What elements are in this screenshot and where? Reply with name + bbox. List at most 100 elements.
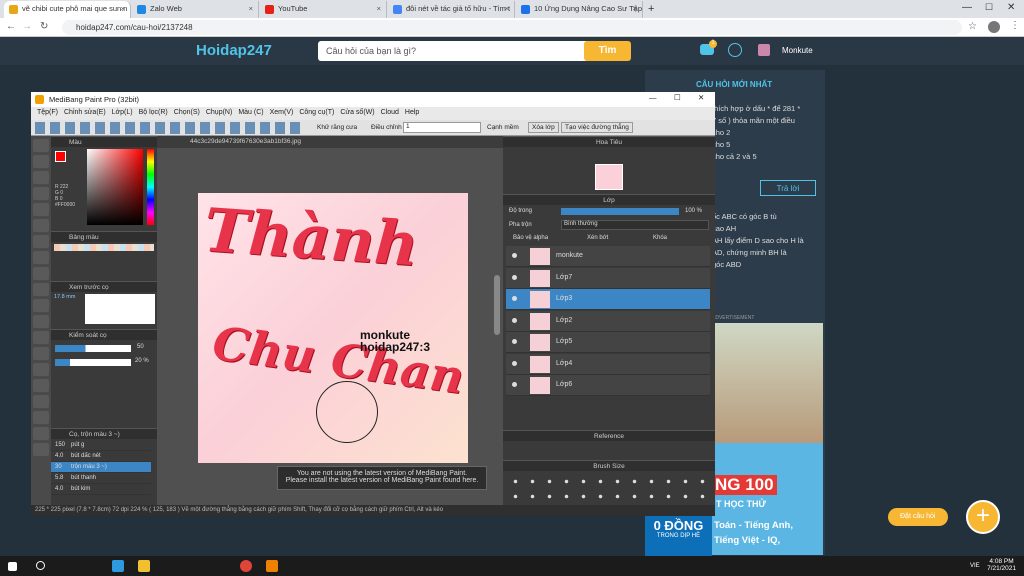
menu-item[interactable]: Màu (C) bbox=[238, 109, 263, 116]
layer-visibility-icon[interactable] bbox=[512, 339, 517, 344]
menu-item[interactable]: Lớp(L) bbox=[112, 109, 133, 116]
medibang-icon[interactable] bbox=[266, 560, 278, 572]
smudge-tool-icon[interactable] bbox=[33, 427, 49, 440]
menu-item[interactable]: Công cụ(T) bbox=[299, 109, 334, 116]
browser-tab[interactable]: Zalo Web × bbox=[132, 1, 259, 18]
url-field[interactable]: hoidap247.com/cau-hoi/2137248 bbox=[62, 20, 962, 35]
browser-tab[interactable]: vẽ chibi cute phô mai que sun.n × bbox=[4, 1, 131, 18]
layer-visibility-icon[interactable] bbox=[512, 274, 517, 280]
chrome-icon[interactable] bbox=[240, 560, 252, 572]
pen-tool-icon[interactable] bbox=[33, 139, 49, 152]
hand-tool-icon[interactable] bbox=[33, 315, 49, 328]
fill-tool-icon[interactable] bbox=[33, 219, 49, 232]
search-input[interactable]: Câu hỏi của bạn là gì? bbox=[318, 41, 628, 61]
palette-swatches[interactable] bbox=[54, 244, 154, 251]
brush-list-item[interactable]: 30 trộn màu 3 ~) bbox=[51, 462, 151, 473]
layer-row[interactable]: monkute bbox=[506, 246, 710, 267]
protect-alpha-checkbox[interactable]: Bảo vệ alpha bbox=[513, 235, 548, 241]
zoom-tool-icon[interactable] bbox=[33, 331, 49, 344]
bell-icon[interactable] bbox=[728, 43, 742, 57]
menu-item[interactable]: Chỉnh sửa(E) bbox=[64, 109, 106, 116]
brush-list-item[interactable]: 150 pút g bbox=[51, 440, 151, 451]
explorer-icon[interactable] bbox=[138, 560, 150, 572]
minimize-icon[interactable]: — bbox=[962, 2, 972, 13]
snap-tool-icon[interactable] bbox=[33, 379, 49, 392]
opacity-slider[interactable] bbox=[561, 208, 679, 215]
layer-row[interactable]: Lớp2 bbox=[506, 310, 710, 332]
sidebar-question-text-2[interactable]: ốc ABC có góc B tù cao AH AH lấy điểm D sa… bbox=[712, 211, 804, 271]
bookmark-star-icon[interactable]: ☆ bbox=[968, 21, 977, 32]
text-tool-icon[interactable] bbox=[33, 299, 49, 312]
hue-slider[interactable] bbox=[147, 149, 154, 225]
tab-close-icon[interactable]: × bbox=[633, 4, 637, 13]
browser-tab[interactable]: 10 Ứng Dụng Nâng Cao Sư Tập × bbox=[516, 1, 643, 18]
layer-row[interactable]: Lớp7 bbox=[506, 267, 710, 289]
brush-size-slider[interactable] bbox=[55, 345, 131, 352]
ask-question-button[interactable]: Đặt câu hỏi bbox=[888, 508, 948, 526]
menu-item[interactable]: Cloud bbox=[381, 109, 399, 116]
user-name[interactable]: Monkute bbox=[782, 46, 813, 55]
divide-tool-icon[interactable] bbox=[33, 347, 49, 360]
layer-visibility-icon[interactable] bbox=[512, 296, 517, 301]
search-button[interactable]: Tìm bbox=[584, 41, 631, 61]
layer-row[interactable]: Lớp6 bbox=[506, 375, 710, 396]
create-ruler-button[interactable]: Tạo việc đường thẳng bbox=[561, 122, 633, 133]
operation-tool-icon[interactable] bbox=[33, 363, 49, 376]
select-rect-tool-icon[interactable] bbox=[33, 171, 49, 184]
profile-icon[interactable] bbox=[988, 21, 1000, 33]
tab-close-icon[interactable]: × bbox=[505, 4, 509, 13]
antialias-checkbox[interactable]: Khử răng cưa bbox=[317, 124, 357, 131]
layer-visibility-icon[interactable] bbox=[512, 382, 517, 387]
reload-icon[interactable]: ↻ bbox=[40, 21, 48, 32]
layer-visibility-icon[interactable] bbox=[512, 360, 517, 366]
tab-close-icon[interactable]: × bbox=[377, 4, 381, 13]
color-picker-square[interactable] bbox=[87, 149, 143, 225]
layer-row[interactable]: Lớp3 bbox=[506, 289, 710, 310]
move-tool-icon[interactable] bbox=[33, 203, 49, 216]
search-icon[interactable] bbox=[36, 561, 45, 570]
forward-icon[interactable]: → bbox=[22, 21, 32, 32]
blend-select[interactable]: Bình thường bbox=[561, 220, 709, 230]
color-primary-swatch[interactable] bbox=[55, 151, 66, 162]
tab-close-icon[interactable]: × bbox=[249, 4, 253, 13]
maximize-icon[interactable]: ☐ bbox=[985, 2, 993, 13]
brush-list-item[interactable]: 5.8 bút thanh bbox=[51, 473, 151, 484]
lasso-tool-icon[interactable] bbox=[33, 187, 49, 200]
brush-size-dots[interactable] bbox=[507, 474, 711, 504]
mb-minimize-icon[interactable]: — bbox=[649, 93, 657, 102]
clipping-checkbox[interactable]: Xén bớt bbox=[587, 235, 608, 241]
brush-list-item[interactable]: 4.0 bút dấc nét bbox=[51, 451, 151, 462]
gradient-tool-icon[interactable] bbox=[33, 235, 49, 248]
plus-icon[interactable]: + bbox=[966, 500, 1000, 534]
brush-list-item[interactable]: 4.0 bút kim bbox=[51, 484, 151, 495]
bucket-tool-icon[interactable] bbox=[33, 267, 49, 280]
menu-item[interactable]: Xem(V) bbox=[270, 109, 294, 116]
edge-icon[interactable] bbox=[112, 560, 124, 572]
canvas-scrollbar[interactable] bbox=[494, 275, 500, 335]
menu-icon[interactable]: ⋮ bbox=[1010, 20, 1020, 31]
avatar[interactable] bbox=[758, 44, 770, 56]
language-indicator[interactable]: VIE bbox=[970, 563, 980, 569]
tab-close-icon[interactable]: × bbox=[121, 4, 125, 13]
brush-opacity-slider[interactable] bbox=[55, 359, 131, 366]
eraser-tool-icon[interactable] bbox=[33, 155, 49, 168]
site-logo[interactable]: Hoidap247 bbox=[196, 42, 272, 59]
menu-item[interactable]: Chụp(N) bbox=[206, 109, 232, 116]
browser-tab[interactable]: đôi nét về tác giả tố hữu - Tìm t × bbox=[388, 1, 515, 18]
layer-visibility-icon[interactable] bbox=[512, 317, 517, 323]
correction-select[interactable]: 1 bbox=[403, 122, 481, 133]
menu-item[interactable]: Tệp(F) bbox=[37, 109, 58, 116]
blur-tool-icon[interactable] bbox=[33, 411, 49, 424]
eyedropper-tool-icon[interactable] bbox=[33, 283, 49, 296]
drawing-canvas[interactable]: Thành Chu Chan monkute hoidap247:3 bbox=[198, 193, 468, 463]
menu-item[interactable]: Bộ lọc(R) bbox=[139, 109, 168, 116]
browser-tab[interactable]: YouTube × bbox=[260, 1, 387, 18]
menu-item[interactable]: Cửa sổ(W) bbox=[340, 109, 374, 116]
windows-start-icon[interactable] bbox=[8, 562, 17, 571]
canvas-tab[interactable]: 44c3c29de94739f67630e3ab1bf36.jpg bbox=[190, 138, 301, 145]
new-tab-button[interactable]: + bbox=[648, 3, 654, 15]
layer-row[interactable]: Lớp5 bbox=[506, 332, 710, 353]
back-icon[interactable]: ← bbox=[6, 21, 16, 32]
shape-tool-icon[interactable] bbox=[33, 251, 49, 264]
sidebar-question-text[interactable]: thích hợp ở dấu * để 281 * 7 số ) thỏa mã… bbox=[712, 103, 800, 163]
